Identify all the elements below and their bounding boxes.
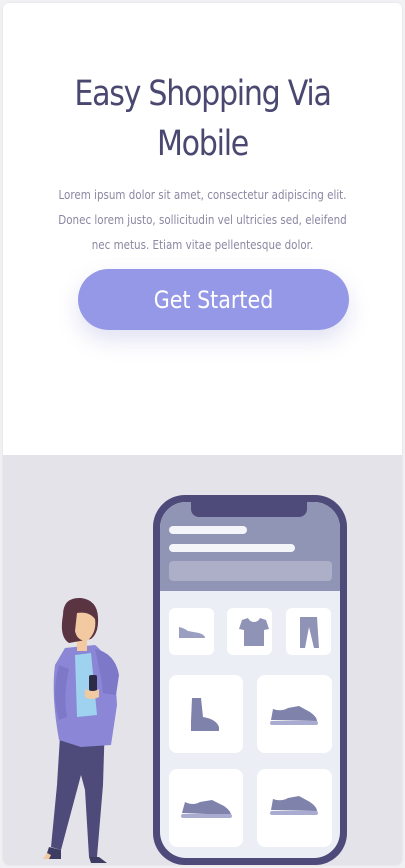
- tshirt-icon: [227, 608, 272, 655]
- boot-icon: [169, 675, 243, 753]
- woman-figure: [43, 597, 119, 863]
- sneaker-icon: [169, 769, 243, 847]
- phone-in-hand: [89, 675, 97, 691]
- sneaker-icon: [257, 769, 332, 847]
- hero-description: Lorem ipsum dolor sit amet, consectetur …: [58, 188, 347, 252]
- pants-icon: [286, 608, 331, 655]
- illustration-svg: [43, 495, 347, 865]
- onboarding-card: Easy Shopping Via Mobile Lorem ipsum dol…: [3, 3, 402, 865]
- get-started-button[interactable]: Get Started: [78, 269, 349, 330]
- shopping-illustration: [3, 455, 402, 865]
- hero-section: Easy Shopping Via Mobile Lorem ipsum dol…: [3, 3, 402, 455]
- sneaker-icon: [257, 675, 332, 753]
- shoe-icon: [169, 608, 214, 655]
- page-title: Easy Shopping Via Mobile: [74, 74, 332, 164]
- get-started-label: Get Started: [153, 285, 274, 314]
